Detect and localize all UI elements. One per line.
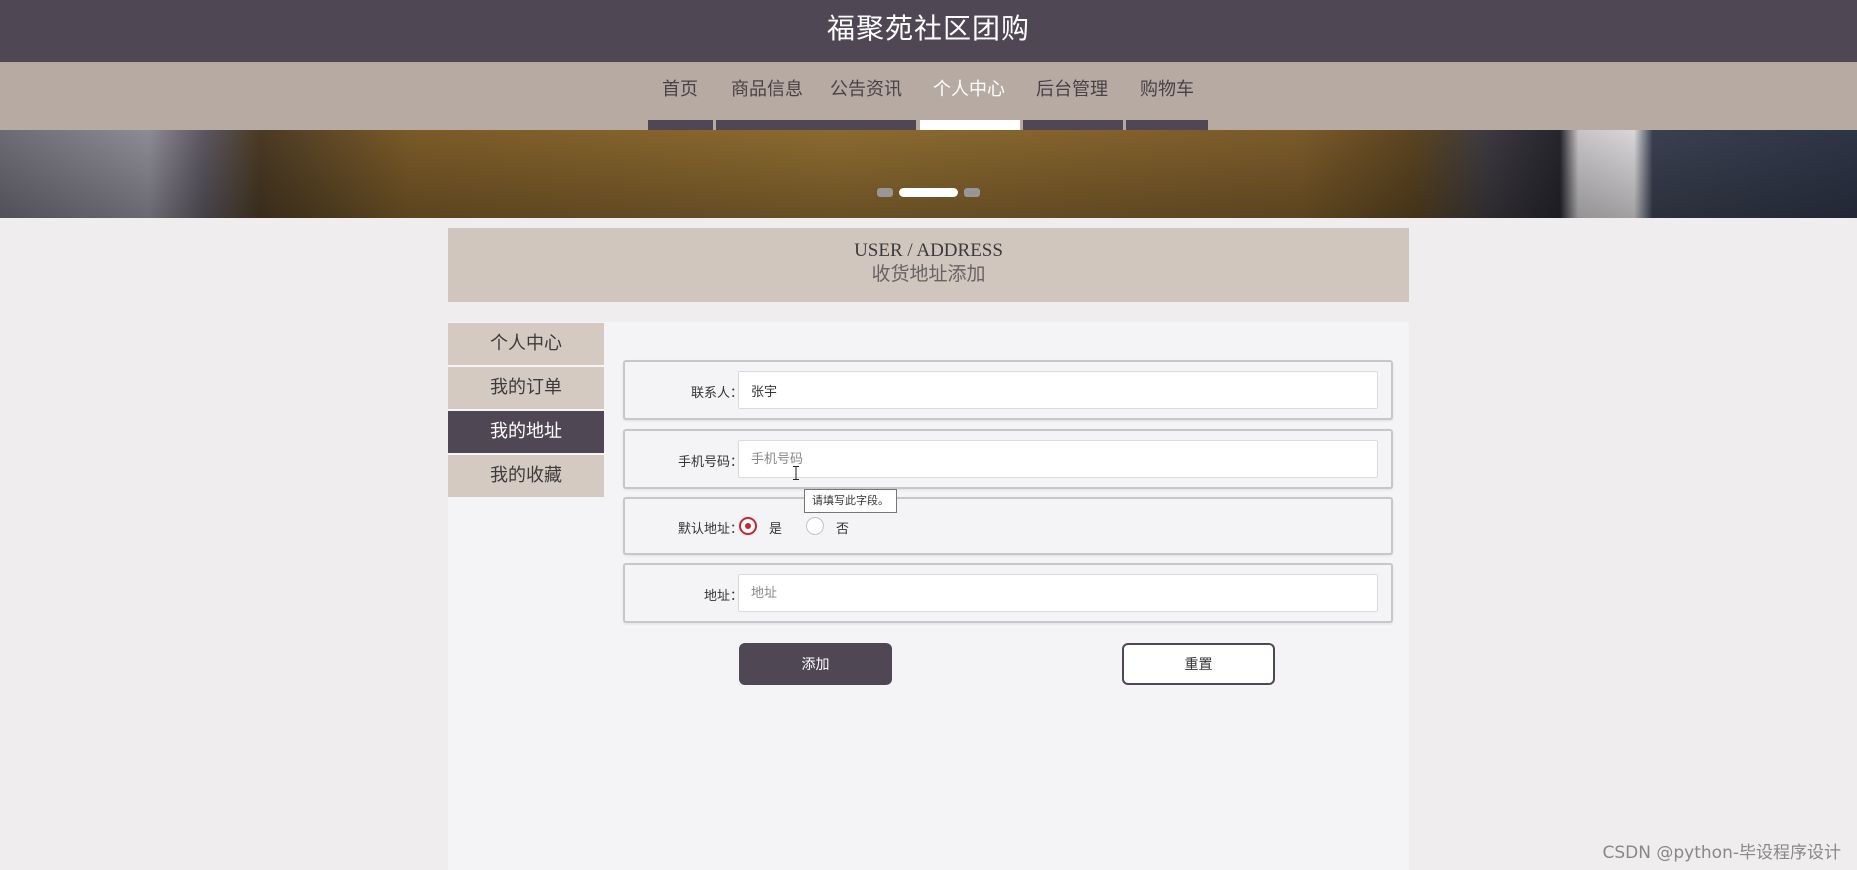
add-button[interactable]: 添加 <box>739 643 892 685</box>
banner-image <box>0 130 1857 218</box>
site-header: 福聚苑社区团购 <box>0 0 1857 62</box>
form-row-default-address: 默认地址： 是 否 <box>623 497 1393 555</box>
sidebar-item-my-address[interactable]: 我的地址 <box>448 411 604 453</box>
default-address-label: 默认地址： <box>677 522 743 537</box>
contact-label: 联系人： <box>690 386 743 401</box>
form-row-address: 地址： <box>623 563 1393 623</box>
form-row-phone: 手机号码： <box>623 429 1393 489</box>
sidebar-item-my-favorites[interactable]: 我的收藏 <box>448 455 604 497</box>
phone-input[interactable] <box>738 440 1378 478</box>
carousel-dot[interactable] <box>964 188 980 197</box>
address-input[interactable] <box>738 574 1378 612</box>
sidebar-item-user-center[interactable]: 个人中心 <box>448 323 604 365</box>
radio-yes-label: 是 <box>769 522 783 537</box>
nav-item-products[interactable]: 商品信息 <box>731 78 803 102</box>
carousel-dot[interactable] <box>877 188 893 197</box>
nav-item-admin[interactable]: 后台管理 <box>1036 78 1108 102</box>
carousel-dot-active[interactable] <box>899 188 958 197</box>
nav-item-news[interactable]: 公告资讯 <box>830 78 902 102</box>
phone-label: 手机号码： <box>677 455 743 470</box>
site-title: 福聚苑社区团购 <box>826 12 1030 45</box>
form-row-contact: 联系人： <box>623 360 1393 420</box>
nav-tab-home <box>648 120 713 130</box>
sidebar-item-my-orders[interactable]: 我的订单 <box>448 367 604 409</box>
reset-button[interactable]: 重置 <box>1122 643 1275 685</box>
nav-tab-user-center <box>920 120 1020 130</box>
page-title: 收货地址添加 <box>871 264 986 285</box>
nav-tab-products-news <box>716 120 916 130</box>
nav-item-cart[interactable]: 购物车 <box>1140 78 1194 102</box>
radio-no-label: 否 <box>836 522 850 537</box>
radio-no-icon[interactable] <box>806 517 824 535</box>
nav-item-user-center[interactable]: 个人中心 <box>933 78 1005 102</box>
nav-tab-cart <box>1126 120 1208 130</box>
user-sidebar: 个人中心 我的订单 我的地址 我的收藏 <box>448 323 604 499</box>
text-cursor-icon <box>793 466 799 480</box>
banner-carousel <box>0 130 1857 218</box>
page-title-bar: USER / ADDRESS 收货地址添加 <box>448 228 1409 302</box>
nav-tab-admin <box>1023 120 1123 130</box>
radio-yes-checked-icon[interactable] <box>739 517 757 535</box>
nav-item-home[interactable]: 首页 <box>662 78 698 102</box>
contact-input[interactable] <box>738 371 1378 409</box>
page-title-en: USER / ADDRESS <box>854 240 1003 261</box>
watermark: CSDN @python-毕设程序设计 <box>1602 843 1841 863</box>
validation-tooltip: 请填写此字段。 <box>804 489 897 513</box>
